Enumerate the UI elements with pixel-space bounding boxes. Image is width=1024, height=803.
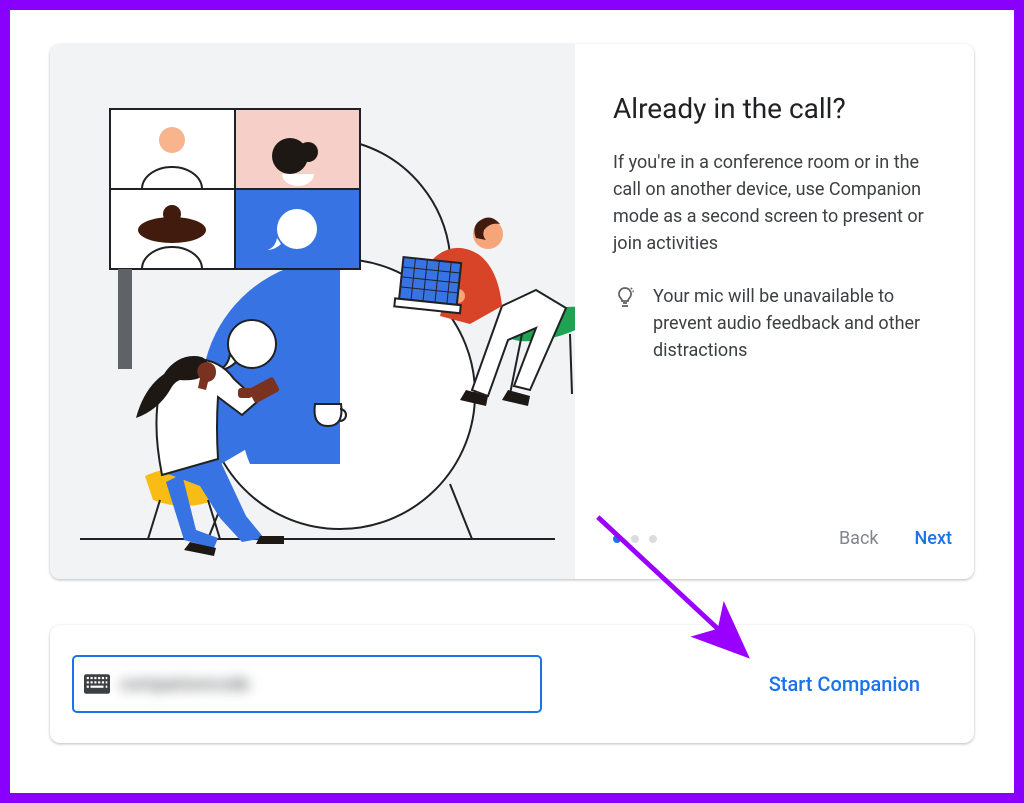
companion-entry-card: Start Companion	[50, 625, 974, 743]
companion-code-input-wrap[interactable]	[72, 655, 542, 713]
carousel-footer: Back Next	[613, 502, 956, 555]
illustration-panel	[50, 44, 575, 579]
info-heading: Already in the call?	[613, 92, 956, 125]
mic-tip-row: Your mic will be unavailable to prevent …	[613, 283, 956, 364]
back-button[interactable]: Back	[835, 522, 883, 555]
mic-tip-text: Your mic will be unavailable to prevent …	[653, 283, 953, 364]
lightbulb-icon	[613, 285, 637, 309]
next-button[interactable]: Next	[911, 522, 956, 555]
carousel-dot-1[interactable]	[613, 535, 621, 543]
companion-info-card: Already in the call? If you're in a conf…	[50, 44, 974, 579]
carousel-nav: Back Next	[835, 522, 956, 555]
carousel-dots	[613, 535, 657, 543]
info-content: Already in the call? If you're in a conf…	[575, 44, 974, 579]
carousel-dot-3[interactable]	[649, 535, 657, 543]
start-companion-button[interactable]: Start Companion	[765, 662, 924, 706]
carousel-dot-2[interactable]	[631, 535, 639, 543]
companion-code-input[interactable]	[110, 657, 530, 711]
info-description: If you're in a conference room or in the…	[613, 149, 943, 257]
keyboard-icon	[84, 674, 110, 694]
companion-illustration	[50, 44, 575, 579]
